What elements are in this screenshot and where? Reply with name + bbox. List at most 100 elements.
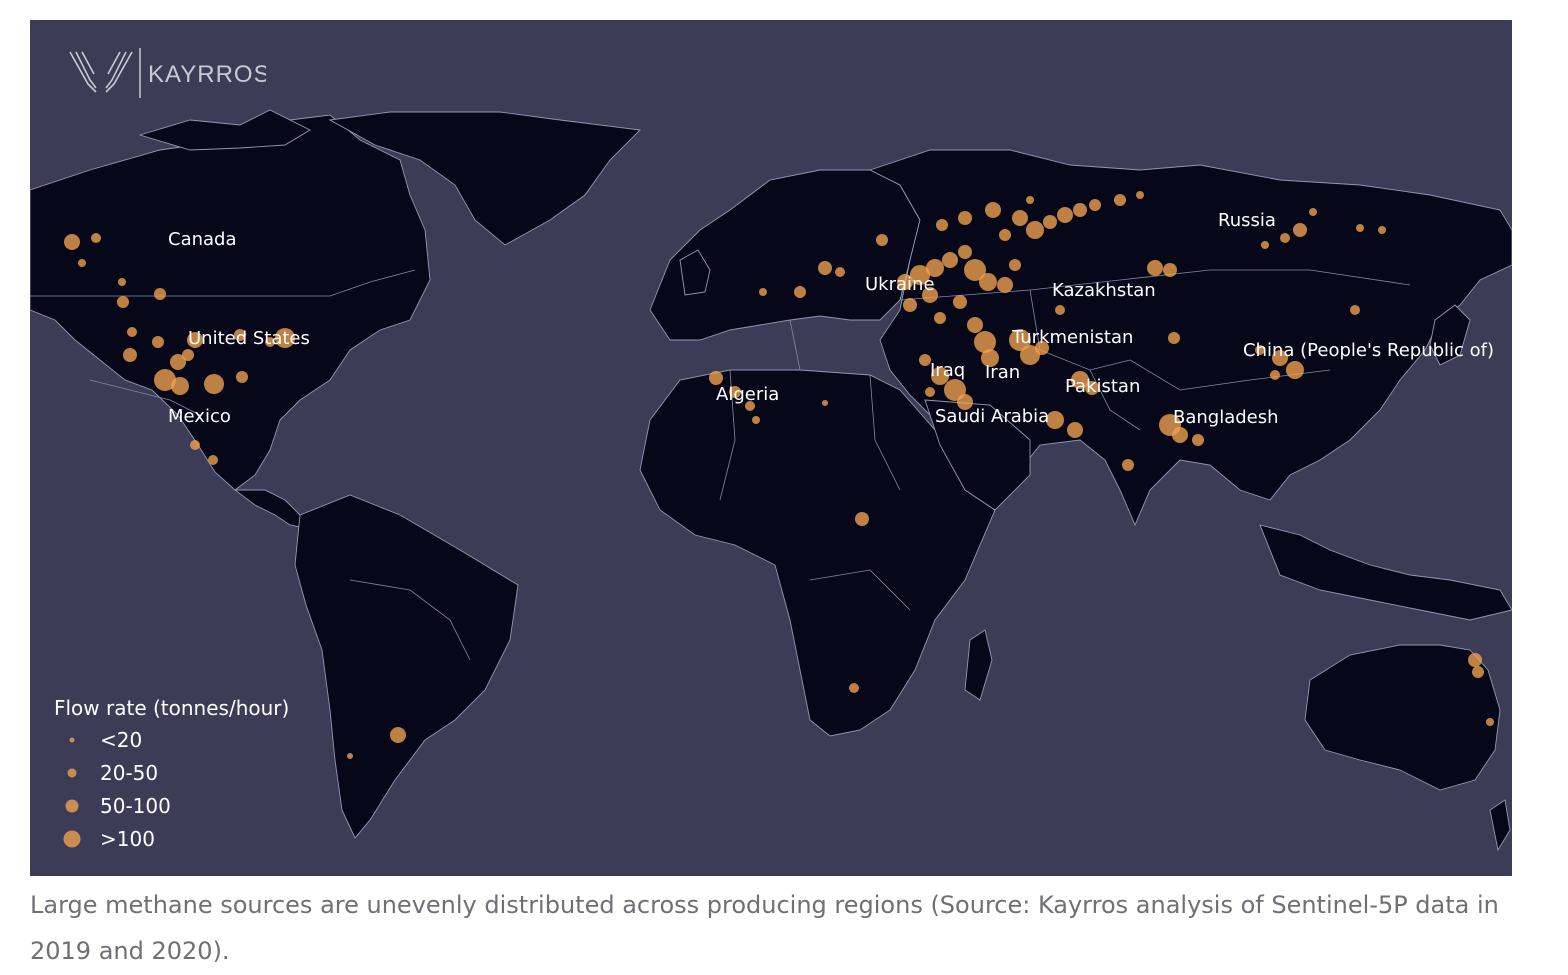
methane-source (390, 727, 406, 743)
methane-source (1122, 459, 1134, 471)
methane-source (1073, 203, 1087, 217)
methane-source (182, 349, 194, 361)
methane-source (1055, 305, 1065, 315)
methane-source (1286, 361, 1304, 379)
methane-source (958, 245, 972, 259)
figure-caption: Large methane sources are unevenly distr… (30, 891, 1499, 965)
brand-name: KAYRROS (148, 61, 266, 88)
legend-label: <20 (100, 728, 142, 752)
legend-title: Flow rate (tonnes/hour) (54, 696, 289, 720)
methane-source (1309, 208, 1317, 216)
methane-source (876, 234, 888, 246)
methane-source (958, 211, 972, 225)
methane-source (822, 400, 828, 406)
land-north-america (30, 114, 431, 491)
methane-source (1261, 241, 1269, 249)
legend: Flow rate (tonnes/hour) <20 20-50 50-100… (54, 696, 289, 851)
methane-source (1147, 260, 1163, 276)
label-ukraine: Ukraine (865, 274, 935, 295)
land-central-america (233, 489, 306, 529)
label-iran: Iran (985, 362, 1020, 383)
legend-marker-xlarge (63, 830, 81, 848)
methane-source (709, 371, 723, 385)
methane-source (1293, 223, 1307, 237)
legend-marker-medium (67, 768, 77, 778)
methane-source (1089, 199, 1101, 211)
land-canadian-arctic (138, 109, 311, 151)
methane-source (1067, 422, 1083, 438)
label-canada: Canada (168, 229, 237, 250)
methane-source (127, 327, 137, 337)
methane-source (64, 234, 80, 250)
methane-source (1043, 215, 1057, 229)
methane-source (236, 371, 248, 383)
methane-source (1472, 666, 1484, 678)
methane-source (1136, 191, 1144, 199)
label-algeria: Algeria (716, 384, 779, 405)
methane-source (1163, 263, 1177, 277)
land-madagascar (964, 629, 993, 701)
legend-label: 20-50 (100, 761, 158, 785)
methane-source (1026, 196, 1034, 204)
methane-source (936, 219, 948, 231)
label-pakistan: Pakistan (1065, 376, 1140, 397)
methane-source (208, 455, 218, 465)
methane-source (91, 233, 101, 243)
methane-source (78, 259, 86, 267)
methane-source (752, 416, 760, 424)
methane-source (1012, 210, 1028, 226)
methane-source (997, 277, 1013, 293)
land-southeast-asia-islands (1259, 524, 1512, 621)
label-bangladesh: Bangladesh (1173, 407, 1279, 428)
methane-source (794, 286, 806, 298)
figure: Canada United States Mexico Algeria Ukra… (0, 0, 1568, 975)
methane-source (118, 278, 126, 286)
legend-marker-large (65, 799, 79, 813)
methane-source (1468, 653, 1482, 667)
methane-source (953, 295, 967, 309)
label-iraq: Iraq (930, 360, 965, 381)
methane-source (152, 336, 164, 348)
methane-source (759, 288, 767, 296)
methane-source (154, 288, 166, 300)
methane-source (1057, 207, 1073, 223)
label-saudi-arabia: Saudi Arabia (935, 406, 1049, 427)
methane-source (1350, 305, 1360, 315)
methane-source (999, 229, 1011, 241)
methane-source (855, 512, 869, 526)
methane-source (171, 377, 189, 395)
methane-source (1486, 718, 1494, 726)
legend-marker-small (69, 737, 75, 743)
land-masses (30, 109, 1512, 852)
methane-source (204, 374, 224, 394)
methane-source (903, 298, 917, 312)
methane-source (925, 387, 935, 397)
methane-source (835, 267, 845, 277)
label-russia: Russia (1218, 210, 1276, 231)
world-methane-map: Canada United States Mexico Algeria Ukra… (30, 20, 1512, 876)
methane-source (849, 683, 859, 693)
methane-source (942, 252, 958, 268)
label-china: China (People's Republic of) (1243, 340, 1494, 361)
label-mexico: Mexico (168, 406, 231, 427)
legend-label: >100 (100, 827, 155, 851)
methane-source (1114, 194, 1126, 206)
land-new-zealand (1489, 799, 1511, 852)
methane-source (190, 440, 200, 450)
label-kazakhstan: Kazakhstan (1052, 280, 1156, 301)
methane-source (934, 312, 946, 324)
kayrros-wing-logo-icon (69, 51, 133, 93)
methane-source (1172, 427, 1188, 443)
methane-source (818, 261, 832, 275)
label-turkmenistan: Turkmenistan (1011, 327, 1133, 348)
land-australia (1304, 644, 1501, 791)
methane-source (123, 348, 137, 362)
methane-source (117, 296, 129, 308)
land-south-america (294, 494, 519, 839)
methane-source (1168, 332, 1180, 344)
methane-source (979, 273, 997, 291)
methane-source (1378, 226, 1386, 234)
methane-source (1009, 259, 1021, 271)
brand-logo: KAYRROS (69, 48, 266, 98)
methane-source (347, 753, 353, 759)
